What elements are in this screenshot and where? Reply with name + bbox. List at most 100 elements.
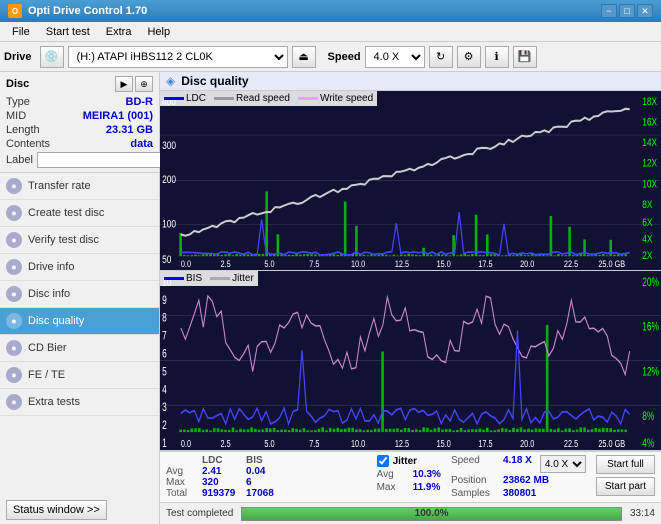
nav-btn-verify-test-disc[interactable]: ●Verify test disc: [0, 227, 159, 254]
close-button[interactable]: ✕: [637, 4, 653, 18]
menu-file[interactable]: File: [4, 24, 38, 40]
svg-text:5.0: 5.0: [264, 258, 274, 269]
disc-btn-2[interactable]: ⊕: [135, 76, 153, 92]
svg-text:2.5: 2.5: [221, 258, 231, 269]
menu-extra[interactable]: Extra: [98, 24, 140, 40]
svg-text:4X: 4X: [642, 233, 653, 245]
nav-buttons: ●Transfer rate●Create test disc●Verify t…: [0, 173, 159, 416]
svg-text:8X: 8X: [642, 199, 653, 211]
disc-title: Disc: [6, 78, 29, 90]
chart-header: ◈ Disc quality: [160, 72, 661, 91]
start-part-button[interactable]: Start part: [596, 477, 655, 496]
contents-value: data: [130, 138, 153, 150]
speed-select[interactable]: 4.0 X: [365, 46, 425, 68]
svg-text:8%: 8%: [642, 411, 654, 424]
nav-btn-disc-info[interactable]: ●Disc info: [0, 281, 159, 308]
svg-text:12X: 12X: [642, 158, 657, 170]
nav-label-extra-tests: Extra tests: [28, 396, 80, 408]
nav-btn-extra-tests[interactable]: ●Extra tests: [0, 389, 159, 416]
nav-icon-drive-info: ●: [6, 259, 22, 275]
nav-btn-disc-quality[interactable]: ● Disc quality: [0, 308, 159, 335]
menu-help[interactable]: Help: [139, 24, 178, 40]
col-bis: BIS: [246, 455, 286, 466]
avg-label: Avg: [166, 466, 198, 477]
legend-ldc: LDC: [164, 93, 206, 104]
maximize-button[interactable]: □: [619, 4, 635, 18]
avg-jitter: 10.3%: [413, 469, 441, 480]
drive-icon-btn[interactable]: 💿: [40, 46, 64, 68]
progress-area: Test completed 100.0% 33:14: [160, 502, 661, 524]
refresh-button[interactable]: ↻: [429, 46, 453, 68]
svg-text:10.0: 10.0: [351, 438, 365, 450]
config-button[interactable]: ⚙: [457, 46, 481, 68]
svg-text:1: 1: [162, 438, 167, 450]
nav-label-disc-quality: Disc quality: [28, 315, 84, 327]
col-ldc: LDC: [202, 455, 242, 466]
speed-value: 4.18 X: [503, 455, 532, 473]
disc-btn-1[interactable]: ▶: [115, 76, 133, 92]
right-panel: ◈ Disc quality LDC Read speed: [160, 72, 661, 524]
max-label: Max: [166, 477, 198, 488]
menu-start-test[interactable]: Start test: [38, 24, 98, 40]
svg-text:20.0: 20.0: [520, 258, 534, 269]
nav-label-fe-te: FE / TE: [28, 369, 65, 381]
svg-text:7: 7: [162, 330, 167, 343]
nav-icon-disc-quality: ●: [6, 313, 22, 329]
nav-btn-transfer-rate[interactable]: ●Transfer rate: [0, 173, 159, 200]
svg-text:50: 50: [162, 254, 172, 266]
speed-label-stat: Speed: [451, 455, 499, 473]
svg-text:12.5: 12.5: [395, 258, 409, 269]
total-bis: 17068: [246, 488, 286, 499]
nav-btn-fe-te[interactable]: ● FE / TE: [0, 362, 159, 389]
max-ldc: 320: [202, 477, 242, 488]
chart-title: Disc quality: [181, 74, 248, 88]
svg-text:17.5: 17.5: [478, 258, 492, 269]
nav-btn-cd-bier[interactable]: ●CD Bier: [0, 335, 159, 362]
nav-label-cd-bier: CD Bier: [28, 342, 67, 354]
chart-top: LDC Read speed Write speed: [160, 91, 661, 271]
svg-text:16X: 16X: [642, 116, 657, 128]
left-panel: Disc ▶ ⊕ Type BD-R MID MEIRA1 (001) Leng…: [0, 72, 160, 524]
main-content: Disc ▶ ⊕ Type BD-R MID MEIRA1 (001) Leng…: [0, 72, 661, 524]
svg-text:20.0: 20.0: [520, 438, 534, 450]
svg-text:2: 2: [162, 420, 167, 433]
label-input[interactable]: [37, 152, 175, 168]
minimize-button[interactable]: −: [601, 4, 617, 18]
nav-btn-drive-info[interactable]: ●Drive info: [0, 254, 159, 281]
menu-bar: File Start test Extra Help: [0, 22, 661, 42]
position-label: Position: [451, 475, 499, 486]
nav-btn-create-test-disc[interactable]: ●Create test disc: [0, 200, 159, 227]
toolbar: Drive 💿 (H:) ATAPI iHBS112 2 CL0K ⏏ Spee…: [0, 42, 661, 72]
jitter-checkbox[interactable]: [377, 455, 389, 467]
drive-select[interactable]: (H:) ATAPI iHBS112 2 CL0K: [68, 46, 288, 68]
drive-label: Drive: [4, 51, 32, 63]
svg-text:17.5: 17.5: [478, 438, 492, 450]
avg-bis: 0.04: [246, 466, 286, 477]
app-icon: O: [8, 4, 22, 18]
eject-button[interactable]: ⏏: [292, 46, 316, 68]
svg-text:7.5: 7.5: [309, 258, 319, 269]
speed-select-stat[interactable]: 4.0 X: [540, 455, 586, 473]
save-button[interactable]: 💾: [513, 46, 537, 68]
time-text: 33:14: [630, 508, 655, 519]
speed-section: Speed 4.18 X 4.0 X Position 23862 MB Sam…: [451, 455, 586, 499]
charts-area: LDC Read speed Write speed: [160, 91, 661, 451]
nav-label-disc-info: Disc info: [28, 288, 70, 300]
total-label: Total: [166, 488, 198, 499]
title-bar: O Opti Drive Control 1.70 − □ ✕: [0, 0, 661, 22]
svg-text:12.5: 12.5: [395, 438, 409, 450]
status-text: Test completed: [166, 508, 233, 519]
start-full-button[interactable]: Start full: [596, 455, 655, 474]
svg-text:9: 9: [162, 295, 167, 308]
progress-percent: 100.0%: [242, 508, 621, 520]
nav-label-verify-test-disc: Verify test disc: [28, 234, 99, 246]
svg-text:200: 200: [162, 174, 176, 186]
length-value: 23.31 GB: [106, 124, 153, 136]
stat-table: LDC BIS Avg 2.41 0.04 Max 320 6 Total 91…: [166, 455, 367, 499]
nav-icon-fe-te: ●: [6, 367, 22, 383]
info-button[interactable]: ℹ: [485, 46, 509, 68]
data-table-area: LDC BIS Avg 2.41 0.04 Max 320 6 Total 91…: [160, 451, 661, 502]
status-window-button[interactable]: Status window >>: [6, 500, 107, 520]
legend-bis: BIS: [164, 273, 202, 284]
svg-text:4%: 4%: [642, 438, 654, 450]
